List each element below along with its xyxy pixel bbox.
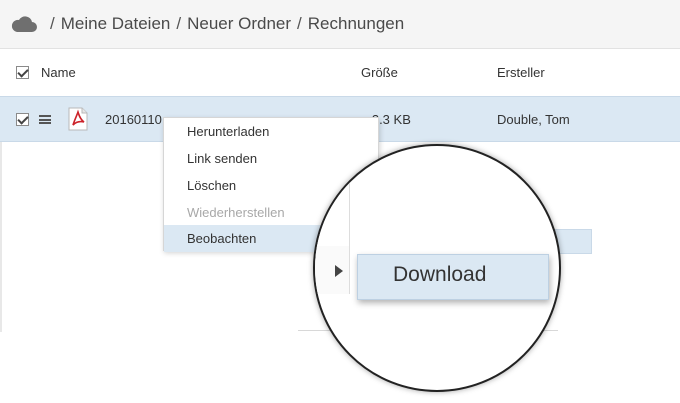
breadcrumb-item-rechnungen[interactable]: Rechnungen bbox=[308, 14, 404, 34]
select-all-checkbox[interactable] bbox=[16, 66, 29, 79]
cloud-icon[interactable] bbox=[11, 15, 37, 33]
breadcrumb-separator: / bbox=[176, 14, 182, 33]
column-header-name[interactable]: Name bbox=[41, 65, 76, 80]
submenu-anchor bbox=[315, 246, 350, 294]
row-checkbox[interactable] bbox=[16, 113, 29, 126]
breadcrumb: / Meine Dateien / Neuer Ordner / Rechnun… bbox=[0, 0, 680, 49]
column-header-size[interactable]: Größe bbox=[361, 65, 398, 80]
breadcrumb-item-neuer-ordner[interactable]: Neuer Ordner bbox=[187, 14, 291, 34]
zoom-callout: Download bbox=[313, 144, 561, 392]
column-header-creator[interactable]: Ersteller bbox=[497, 65, 545, 80]
breadcrumb-item-meine-dateien[interactable]: Meine Dateien bbox=[61, 14, 171, 34]
file-creator: Double, Tom bbox=[497, 112, 570, 127]
breadcrumb-separator: / bbox=[50, 14, 55, 33]
panel-edge bbox=[0, 142, 2, 332]
download-menu-label: Download bbox=[393, 263, 487, 286]
row-menu-icon[interactable] bbox=[39, 115, 51, 124]
menu-item-herunterladen[interactable]: Herunterladen bbox=[164, 118, 378, 145]
breadcrumb-separator: / bbox=[297, 14, 302, 33]
pdf-icon bbox=[68, 107, 88, 131]
table-header: Name Größe Ersteller bbox=[0, 49, 680, 95]
caret-right-icon bbox=[335, 265, 343, 277]
context-menu-edge bbox=[315, 146, 350, 246]
